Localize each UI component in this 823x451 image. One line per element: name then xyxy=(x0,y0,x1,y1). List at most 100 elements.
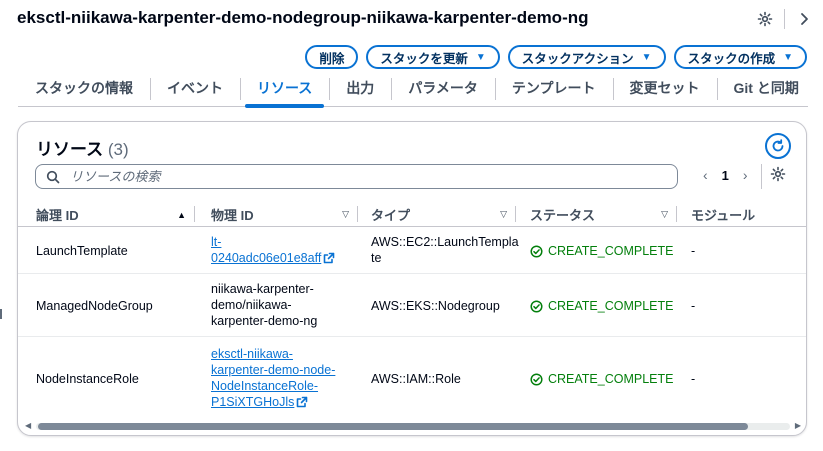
physical-id-link[interactable]: lt- 0240adc06e01e8aff xyxy=(211,235,321,265)
scroll-left-icon[interactable]: ◀ xyxy=(25,421,31,430)
physical-id-line: karpenter-demo-ng xyxy=(211,314,318,328)
logical-id: ManagedNodeGroup xyxy=(36,299,153,313)
status-text: CREATE_COMPLETE xyxy=(548,244,674,258)
update-stack-label: スタックを更新 xyxy=(380,51,468,66)
stack-actions-button[interactable]: スタックアクション ▼ xyxy=(507,45,666,69)
column-divider[interactable] xyxy=(194,206,195,222)
column-label: モジュール xyxy=(691,208,756,223)
table-row: ManagedNodeGroup niikawa-karpenter- demo… xyxy=(18,275,806,337)
pagination: ‹ 1 › xyxy=(703,167,748,183)
tab-parameters[interactable]: パラメータ xyxy=(391,70,495,107)
logical-id: NodeInstanceRole xyxy=(36,372,139,386)
tab-template[interactable]: テンプレート xyxy=(494,70,613,107)
column-header-physical-id[interactable]: 物理 ID ▽ xyxy=(211,202,357,227)
physical-id-line: lt- xyxy=(211,235,222,249)
resource-type-line: AWS::EC2::LaunchTempla xyxy=(371,235,519,249)
stack-actions-label: スタックアクション xyxy=(521,51,634,66)
column-header-module[interactable]: モジュール xyxy=(691,202,801,227)
panel-title: リソース (3) xyxy=(36,135,129,160)
sort-icon: ▽ xyxy=(342,209,349,219)
column-label: 論理 ID xyxy=(36,208,79,223)
refresh-icon xyxy=(772,139,784,152)
physical-id-line: eksctl-niikawa- xyxy=(211,347,293,361)
header-icons xyxy=(756,9,813,29)
success-check-icon xyxy=(530,244,543,258)
status: CREATE_COMPLETE xyxy=(530,298,674,314)
delete-button-label: 削除 xyxy=(319,51,345,66)
search-box[interactable] xyxy=(35,164,678,189)
current-page[interactable]: 1 xyxy=(722,168,729,183)
scrollbar-thumb[interactable] xyxy=(38,423,748,430)
side-panel-handle[interactable] xyxy=(0,309,2,319)
status: CREATE_COMPLETE xyxy=(530,243,674,259)
external-link-icon[interactable] xyxy=(323,252,335,268)
create-stack-label: スタックの作成 xyxy=(687,51,776,66)
sort-icon: ▽ xyxy=(500,209,507,219)
physical-id-line: P1SiXTGHoJls xyxy=(211,395,295,409)
refresh-button[interactable] xyxy=(765,133,791,159)
create-stack-button[interactable]: スタックの作成 ▼ xyxy=(673,45,807,69)
caret-down-icon: ▼ xyxy=(783,51,793,63)
column-label: タイプ xyxy=(371,208,411,223)
column-label: 物理 ID xyxy=(211,208,254,223)
module: - xyxy=(691,299,696,313)
external-link-icon[interactable] xyxy=(296,396,308,412)
horizontal-scrollbar[interactable]: ◀ ▶ xyxy=(23,421,803,431)
update-stack-button[interactable]: スタックを更新 ▼ xyxy=(366,45,500,69)
column-divider[interactable] xyxy=(515,206,516,222)
physical-id: eksctl-niikawa-karpenter-demo-node- NodeI… xyxy=(211,346,335,412)
panel-title-text: リソース xyxy=(36,140,104,159)
search-input[interactable] xyxy=(68,168,648,185)
table-settings-icon[interactable] xyxy=(770,166,786,185)
column-header-status[interactable]: ステータス ▽ xyxy=(530,202,676,227)
resources-panel: リソース (3) ‹ 1 › 論理 ID ▲ 物理 ID ▽ タイプ ▽ xyxy=(17,121,807,436)
chevron-right-icon[interactable] xyxy=(795,10,813,28)
scroll-right-icon[interactable]: ▶ xyxy=(795,421,801,430)
physical-id: niikawa-karpenter- demo/niikawa- karpent… xyxy=(211,281,317,329)
column-header-type[interactable]: タイプ ▽ xyxy=(371,202,515,227)
physical-id-line: 0240adc06e01e8aff xyxy=(211,251,322,265)
table-row: NodeInstanceRole eksctl-niikawa-karpente… xyxy=(18,338,806,418)
physical-id: lt- 0240adc06e01e8aff xyxy=(211,234,335,268)
sort-ascending-icon: ▲ xyxy=(177,209,186,220)
physical-id-line: karpenter-demo-node- xyxy=(211,363,336,377)
resource-type: AWS::IAM::Role xyxy=(371,372,461,386)
module: - xyxy=(691,372,696,386)
table-row: LaunchTemplate lt- 0240adc06e01e8aff AWS:… xyxy=(18,228,806,274)
column-divider[interactable] xyxy=(676,206,677,222)
tab-git-sync[interactable]: Git と同期 xyxy=(716,70,816,107)
table-header: 論理 ID ▲ 物理 ID ▽ タイプ ▽ ステータス ▽ モジュール xyxy=(18,202,806,227)
delete-button[interactable]: 削除 xyxy=(305,45,359,69)
resource-type-line: te xyxy=(371,251,382,265)
column-label: ステータス xyxy=(530,208,596,223)
tab-bar: スタックの情報 イベント リソース 出力 パラメータ テンプレート 変更セット … xyxy=(18,70,808,108)
resource-type: AWS::EC2::LaunchTemplate xyxy=(371,234,519,266)
physical-id-line: niikawa-karpenter- xyxy=(211,282,314,296)
status-text: CREATE_COMPLETE xyxy=(548,299,674,313)
gear-icon[interactable] xyxy=(756,10,774,28)
physical-id-line: NodeInstanceRole- xyxy=(211,379,319,393)
next-page-icon[interactable]: › xyxy=(743,167,748,183)
logical-id: LaunchTemplate xyxy=(36,244,128,258)
module: - xyxy=(691,244,696,258)
tab-change-sets[interactable]: 変更セット xyxy=(612,70,717,107)
tab-events[interactable]: イベント xyxy=(150,70,240,107)
caret-down-icon: ▼ xyxy=(641,51,652,63)
stack-action-bar: 削除 スタックを更新 ▼ スタックアクション ▼ スタックの作成 ▼ xyxy=(305,45,807,69)
resource-count: (3) xyxy=(107,140,129,159)
header-divider xyxy=(784,9,785,29)
status-text: CREATE_COMPLETE xyxy=(548,372,674,386)
tab-stack-info[interactable]: スタックの情報 xyxy=(18,70,150,107)
column-divider[interactable] xyxy=(357,206,358,222)
column-header-logical-id[interactable]: 論理 ID ▲ xyxy=(36,202,194,227)
physical-id-link[interactable]: eksctl-niikawa-karpenter-demo-node- NodeI… xyxy=(211,347,335,409)
tab-resources[interactable]: リソース xyxy=(240,70,329,108)
physical-id-line: demo/niikawa- xyxy=(211,298,292,312)
tab-outputs[interactable]: 出力 xyxy=(329,70,391,107)
previous-page-icon[interactable]: ‹ xyxy=(703,167,708,183)
success-check-icon xyxy=(530,299,543,313)
sort-icon: ▽ xyxy=(661,209,668,219)
success-check-icon xyxy=(530,372,543,386)
pagination-divider xyxy=(761,164,762,189)
page-title: eksctl-niikawa-karpenter-demo-nodegroup-… xyxy=(17,8,589,27)
